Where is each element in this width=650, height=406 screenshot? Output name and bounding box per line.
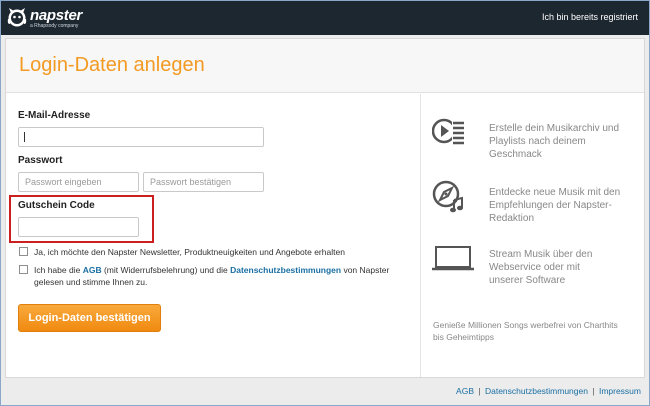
feature-3-line-3: unserer Software xyxy=(489,275,566,286)
column-divider xyxy=(420,94,421,377)
newsletter-text: Ja, ich möchte den Napster Newsletter, P… xyxy=(34,247,345,257)
password-confirm-field[interactable] xyxy=(143,172,264,192)
password-field[interactable] xyxy=(18,172,139,192)
terms-suffix: von Napster xyxy=(341,265,390,275)
agb-link[interactable]: AGB xyxy=(83,265,102,275)
napster-logo[interactable]: napster a Rhapsody company xyxy=(7,5,82,31)
already-registered-link[interactable]: Ich bin bereits registriert xyxy=(542,12,638,22)
confirm-login-button[interactable]: Login-Daten bestätigen xyxy=(18,304,161,332)
logo-wordmark: napster xyxy=(30,6,83,24)
password-label: Passwort xyxy=(18,155,63,166)
logo-subline: a Rhapsody company xyxy=(30,22,79,29)
feature-discover-text: Entdecke neue Musik mit den Empfehlungen… xyxy=(489,186,620,225)
footer-imprint-link[interactable]: Impressum xyxy=(599,386,641,396)
email-field[interactable] xyxy=(18,127,264,147)
privacy-link[interactable]: Datenschutzbestimmungen xyxy=(230,265,341,275)
playlist-icon xyxy=(432,118,464,145)
feature-2-line-1: Entdecke neue Musik mit den xyxy=(489,187,621,198)
tagline-line-1: Genieße Millionen Songs werbefrei von Ch… xyxy=(433,320,618,330)
feature-archive-text: Erstelle dein Musikarchiv und Playlists … xyxy=(489,122,619,161)
card-header: Login-Daten anlegen xyxy=(6,39,644,93)
feature-1-line-1: Erstelle dein Musikarchiv und xyxy=(489,123,620,134)
napster-cat-icon xyxy=(7,8,27,27)
terms-checkbox[interactable] xyxy=(19,265,28,274)
terms-prefix: Ich habe die xyxy=(34,265,83,275)
feature-2-line-2: Empfehlungen der Napster- xyxy=(489,200,612,211)
text-caret xyxy=(24,132,25,142)
terms-line-2: gelesen und stimme Ihnen zu. xyxy=(34,277,148,287)
voucher-code-field[interactable] xyxy=(18,217,139,237)
page-title: Login-Daten anlegen xyxy=(19,54,205,76)
newsletter-checkbox[interactable] xyxy=(19,247,28,256)
footer-links: AGB | Datenschutzbestimmungen | Impressu… xyxy=(456,386,641,396)
footer-privacy-link[interactable]: Datenschutzbestimmungen xyxy=(485,386,588,396)
voucher-label: Gutschein Code xyxy=(18,200,95,211)
email-label: E-Mail-Adresse xyxy=(18,110,91,121)
footer-agb-link[interactable]: AGB xyxy=(456,386,474,396)
footer-separator: | xyxy=(592,386,595,396)
feature-3-line-1: Stream Musik über den xyxy=(489,249,593,260)
feature-1-line-3: Geschmack xyxy=(489,149,542,160)
feature-stream-text: Stream Musik über den Webservice oder mi… xyxy=(489,248,592,287)
feature-3-line-2: Webservice oder mit xyxy=(489,262,580,273)
feature-1-line-2: Playlists nach deinem xyxy=(489,136,586,147)
tagline: Genieße Millionen Songs werbefrei von Ch… xyxy=(433,319,633,343)
footer-separator: | xyxy=(478,386,481,396)
feature-2-line-3: Redaktion xyxy=(489,213,535,224)
laptop-icon xyxy=(432,246,474,271)
tagline-line-2: bis Geheimtipps xyxy=(433,332,494,342)
compass-music-icon xyxy=(432,180,463,213)
terms-text: Ich habe die AGB (mit Widerrufsbelehrung… xyxy=(34,264,404,288)
top-bar: napster a Rhapsody company Ich bin berei… xyxy=(1,1,649,35)
terms-middle: (mit Widerrufsbelehrung) und die xyxy=(101,265,231,275)
